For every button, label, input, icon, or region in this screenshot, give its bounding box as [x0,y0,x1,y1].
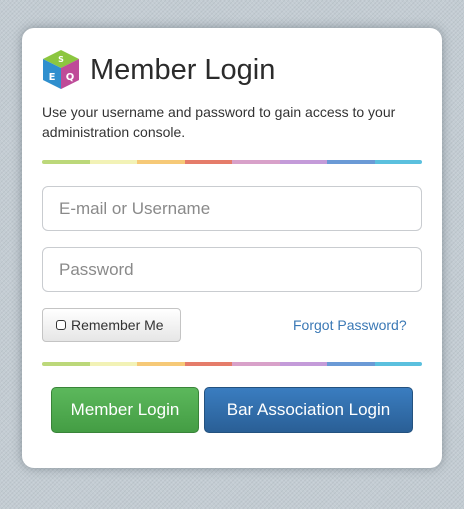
login-card: S E Q Member Login Use your username and… [22,28,442,468]
remember-me-checkbox[interactable] [56,320,66,330]
rainbow-segment [137,160,185,164]
rainbow-segment [137,362,185,366]
rainbow-segment [327,160,375,164]
rainbow-segment [42,160,90,164]
rainbow-segment [374,362,422,366]
remember-me-button[interactable]: Remember Me [42,308,181,342]
rainbow-segment [279,362,327,366]
rainbow-segment [374,160,422,164]
rainbow-segment [184,362,232,366]
remember-me-label: Remember Me [71,317,164,333]
password-input[interactable] [42,247,422,292]
rainbow-segment [89,362,137,366]
username-input[interactable] [42,186,422,231]
rainbow-segment [279,160,327,164]
rainbow-segment [42,362,90,366]
member-login-button[interactable]: Member Login [51,387,199,433]
logo-icon: S E Q [43,50,79,89]
page-title: Member Login [90,54,276,86]
rainbow-segment [184,160,232,164]
logo-letter-s: S [58,55,64,64]
rainbow-divider-bottom [42,362,422,366]
page-subtitle: Use your username and password to gain a… [42,104,396,140]
rainbow-segment [232,362,280,366]
rainbow-divider-top [42,160,422,164]
rainbow-segment [89,160,137,164]
rainbow-segment [232,160,280,164]
bar-association-login-button[interactable]: Bar Association Login [204,387,413,433]
forgot-password-link[interactable]: Forgot Password? [293,317,407,333]
logo-letter-q: Q [66,72,75,83]
rainbow-segment [327,362,375,366]
logo-letter-e: E [49,72,56,83]
